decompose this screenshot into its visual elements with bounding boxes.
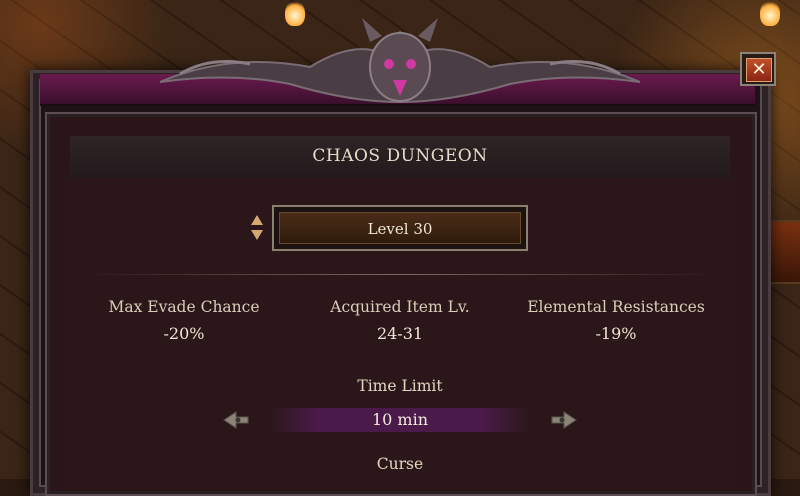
time-limit-value: 10 min (371, 410, 429, 429)
stepper-up-icon[interactable] (251, 215, 263, 225)
stat-value: -20% (163, 324, 205, 343)
stat-item-level: Acquired Item Lv. 24-31 (290, 298, 510, 343)
level-label: Level 30 (279, 212, 521, 244)
stat-label: Elemental Resistances (527, 298, 705, 316)
stat-label: Acquired Item Lv. (330, 298, 470, 316)
stat-value: -19% (595, 324, 637, 343)
curse-label: Curse (376, 455, 424, 473)
level-selector[interactable]: Level 30 (272, 205, 528, 251)
stat-max-evade: Max Evade Chance -20% (74, 298, 294, 343)
dialog-title: CHAOS DUNGEON (312, 146, 488, 166)
level-stepper[interactable] (250, 213, 264, 243)
arrow-right-icon[interactable] (550, 410, 578, 430)
stepper-down-icon[interactable] (251, 230, 263, 240)
divider (80, 274, 720, 275)
stat-elemental-res: Elemental Resistances -19% (506, 298, 726, 343)
torch-right (760, 0, 780, 26)
skull-ornament-icon (159, 18, 641, 104)
close-button[interactable]: ✕ (740, 52, 776, 86)
close-icon: ✕ (746, 58, 772, 82)
time-limit-label: Time Limit (357, 377, 443, 395)
stat-label: Max Evade Chance (108, 298, 260, 316)
stat-value: 24-31 (376, 324, 424, 343)
